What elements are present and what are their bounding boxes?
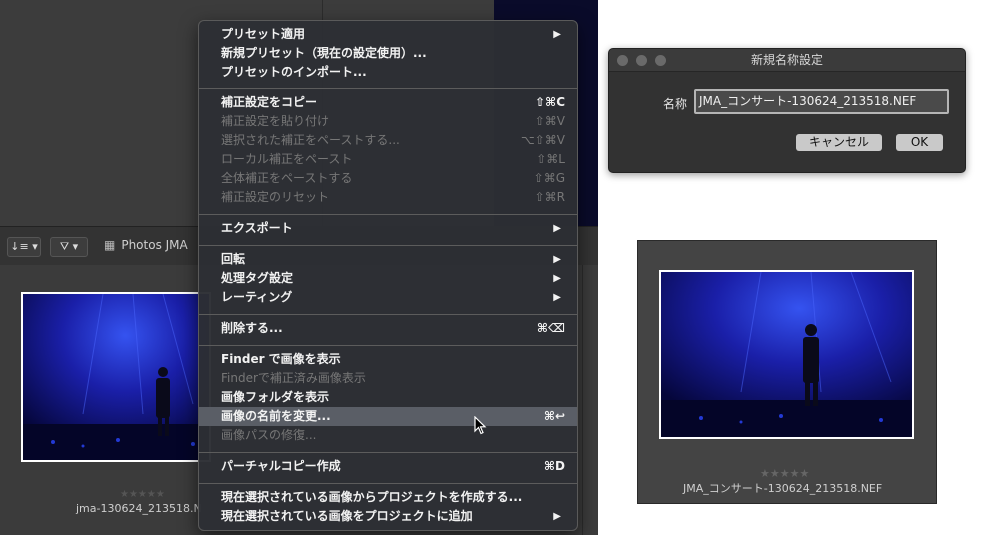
menu-item[interactable]: レーティング ▶: [199, 288, 577, 307]
menu-item[interactable]: 新規プリセット（現在の設定使用）...: [199, 44, 577, 63]
preview-rating-stars[interactable]: ★★★★★: [760, 467, 809, 480]
ok-button[interactable]: OK: [896, 134, 943, 151]
menu-item-label: 処理タグ設定: [221, 271, 294, 285]
thumbnail-filename: jma-130624_213518.N: [76, 502, 202, 515]
rating-stars[interactable]: ★★★★★: [120, 489, 165, 500]
menu-item-label: レーティング: [221, 290, 293, 304]
menu-item-label: Finderで補正済み画像表示: [221, 371, 366, 385]
menu-separator: [199, 345, 577, 346]
menu-item-label: 画像フォルダを表示: [221, 390, 330, 404]
menu-item-shortcut: ⌘↩: [543, 409, 565, 423]
menu-item-label: パーチャルコピー作成: [221, 459, 341, 473]
submenu-arrow-icon: ▶: [553, 273, 561, 284]
menu-separator: [199, 452, 577, 453]
menu-item[interactable]: 画像の名前を変更... ⌘↩: [199, 407, 577, 426]
menu-item-label: プリセットのインポート...: [221, 65, 367, 79]
menu-separator: [199, 214, 577, 215]
menu-item: 画像パスの修復...: [199, 426, 577, 445]
sort-icon: ↓≡ ▾: [10, 240, 38, 253]
sort-button[interactable]: ↓≡ ▾: [7, 237, 41, 257]
menu-item-shortcut: ⇧⌘L: [536, 152, 565, 166]
menu-item-label: 画像パスの修復...: [221, 428, 317, 442]
submenu-arrow-icon: ▶: [553, 292, 561, 303]
menu-item[interactable]: パーチャルコピー作成 ⌘D: [199, 457, 577, 476]
rename-dialog: 新規名称設定 名称 JMA_コンサート-130624_213518.NEF キャ…: [608, 48, 966, 173]
menu-item-label: エクスポート: [221, 221, 293, 235]
menu-item-label: プリセット適用: [221, 27, 306, 41]
menu-item[interactable]: 処理タグ設定 ▶: [199, 269, 577, 288]
menu-item[interactable]: 画像フォルダを表示: [199, 388, 577, 407]
menu-item-shortcut: ⇧⌘V: [534, 114, 565, 128]
project-label: ▦ Photos JMA: [104, 238, 188, 252]
menu-item[interactable]: Finder で画像を表示: [199, 350, 577, 369]
menu-item-label: 補正設定を貼り付け: [221, 114, 330, 128]
menu-separator: [199, 314, 577, 315]
dialog-title: 新規名称設定: [750, 53, 823, 67]
menu-item[interactable]: プリセット適用 ▶: [199, 25, 577, 44]
grid-icon: ▦: [104, 238, 116, 252]
browser-divider: [582, 265, 583, 535]
menu-item[interactable]: 削除する... ⌘⌫: [199, 319, 577, 338]
menu-item[interactable]: 現在選択されている画像からプロジェクトを作成する...: [199, 488, 577, 507]
menu-item-label: 補正設定をコピー: [221, 95, 318, 109]
menu-item-label: Finder で画像を表示: [221, 352, 341, 366]
menu-item[interactable]: 補正設定をコピー ⇧⌘C: [199, 93, 577, 112]
menu-item: 補正設定のリセット ⇧⌘R: [199, 188, 577, 207]
menu-item-shortcut: ⌘D: [543, 459, 565, 473]
menu-item-label: 現在選択されている画像からプロジェクトを作成する...: [221, 490, 523, 504]
menu-item-label: 選択された補正をペーストする...: [221, 133, 400, 147]
menu-item-label: ローカル補正をペースト: [221, 152, 353, 166]
menu-item-shortcut: ⌥⇧⌘V: [520, 133, 565, 147]
menu-item-label: 回転: [221, 252, 246, 266]
menu-item-shortcut: ⇧⌘C: [535, 95, 565, 109]
menu-item-label: 削除する...: [221, 321, 283, 335]
filter-button[interactable]: ⛛ ▾: [50, 237, 88, 257]
menu-item-label: 新規プリセット（現在の設定使用）...: [221, 46, 427, 60]
name-input-value: JMA_コンサート-130624_213518.NEF: [699, 94, 917, 108]
menu-item-shortcut: ⌘⌫: [536, 321, 565, 335]
menu-separator: [199, 483, 577, 484]
menu-item-label: 現在選択されている画像をプロジェクトに追加: [221, 509, 473, 523]
mouse-cursor-icon: [474, 416, 487, 435]
menu-item: ローカル補正をペースト ⇧⌘L: [199, 150, 577, 169]
context-menu: プリセット適用 ▶ 新規プリセット（現在の設定使用）... プリセットのインポート..…: [198, 20, 578, 531]
menu-item: 補正設定を貼り付け ⇧⌘V: [199, 112, 577, 131]
menu-item[interactable]: プリセットのインポート...: [199, 63, 577, 82]
menu-item: Finderで補正済み画像表示: [199, 369, 577, 388]
submenu-arrow-icon: ▶: [553, 29, 561, 40]
menu-separator: [199, 245, 577, 246]
preview-thumbnail-image[interactable]: [661, 272, 912, 437]
submenu-arrow-icon: ▶: [553, 223, 561, 234]
menu-item-label: 全体補正をペーストする: [221, 171, 353, 185]
menu-item[interactable]: エクスポート ▶: [199, 219, 577, 238]
submenu-arrow-icon: ▶: [553, 511, 561, 522]
cancel-button[interactable]: キャンセル: [796, 134, 882, 151]
dialog-titlebar[interactable]: 新規名称設定: [609, 49, 965, 72]
menu-item[interactable]: 回転 ▶: [199, 250, 577, 269]
menu-item: 選択された補正をペーストする... ⌥⇧⌘V: [199, 131, 577, 150]
preview-filename: JMA_コンサート-130624_213518.NEF: [683, 482, 883, 495]
name-field-label: 名称: [663, 97, 688, 111]
menu-item-label: 画像の名前を変更...: [221, 409, 331, 423]
thumbnail-image[interactable]: [23, 294, 209, 460]
submenu-arrow-icon: ▶: [553, 254, 561, 265]
menu-item-label: 補正設定のリセット: [221, 190, 330, 204]
menu-item-shortcut: ⇧⌘G: [533, 171, 565, 185]
menu-item-shortcut: ⇧⌘R: [534, 190, 565, 204]
menu-separator: [199, 88, 577, 89]
name-input[interactable]: JMA_コンサート-130624_213518.NEF: [694, 89, 949, 114]
menu-item[interactable]: 現在選択されている画像をプロジェクトに追加 ▶: [199, 507, 577, 526]
filter-icon: ⛛ ▾: [59, 240, 79, 253]
menu-item: 全体補正をペーストする ⇧⌘G: [199, 169, 577, 188]
